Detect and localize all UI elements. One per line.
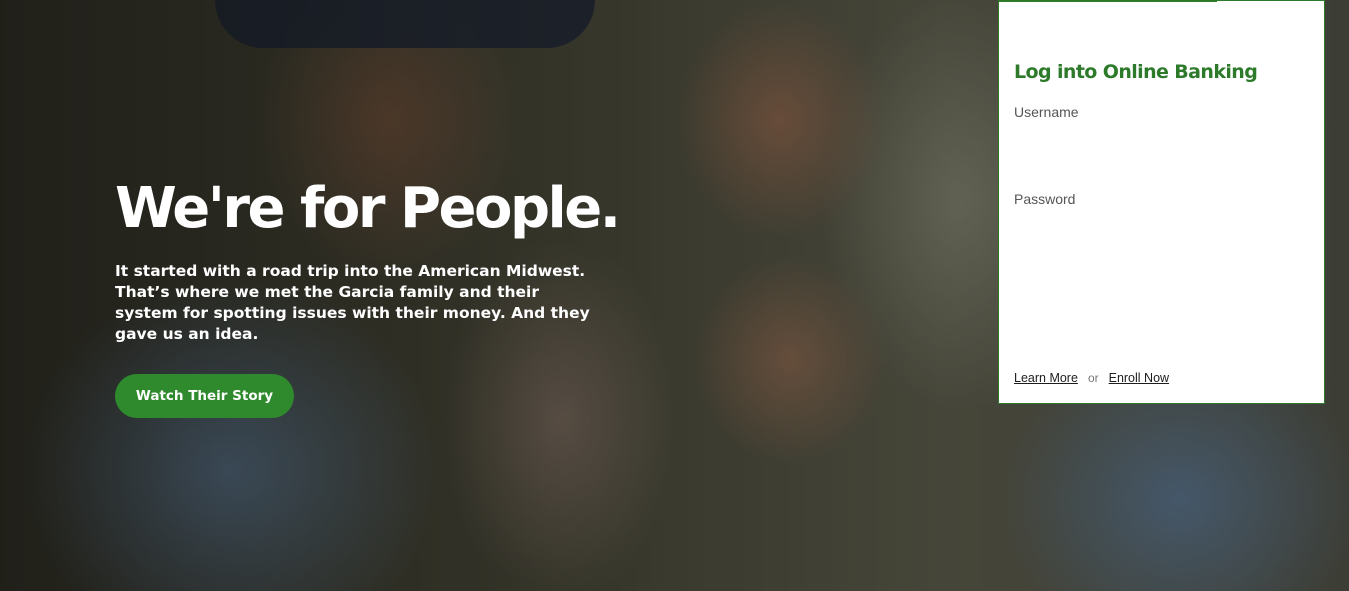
learn-more-link[interactable]: Learn More xyxy=(1014,371,1078,385)
password-label: Password xyxy=(1014,191,1076,207)
enroll-now-link[interactable]: Enroll Now xyxy=(1109,371,1169,385)
login-accent-bar xyxy=(999,0,1217,2)
login-links: Learn More or Enroll Now xyxy=(1014,371,1169,385)
login-panel: Log into Online Banking Username Passwor… xyxy=(998,0,1325,404)
hero-headline: We're for People. xyxy=(115,176,621,241)
username-input[interactable] xyxy=(1014,125,1309,161)
hero-intro-text: It started with a road trip into the Ame… xyxy=(115,262,590,343)
password-input[interactable] xyxy=(1014,212,1309,248)
watch-story-button[interactable]: Watch Their Story xyxy=(115,374,294,418)
or-separator: or xyxy=(1087,371,1099,385)
login-title: Log into Online Banking xyxy=(1014,61,1258,83)
username-label: Username xyxy=(1014,104,1079,120)
